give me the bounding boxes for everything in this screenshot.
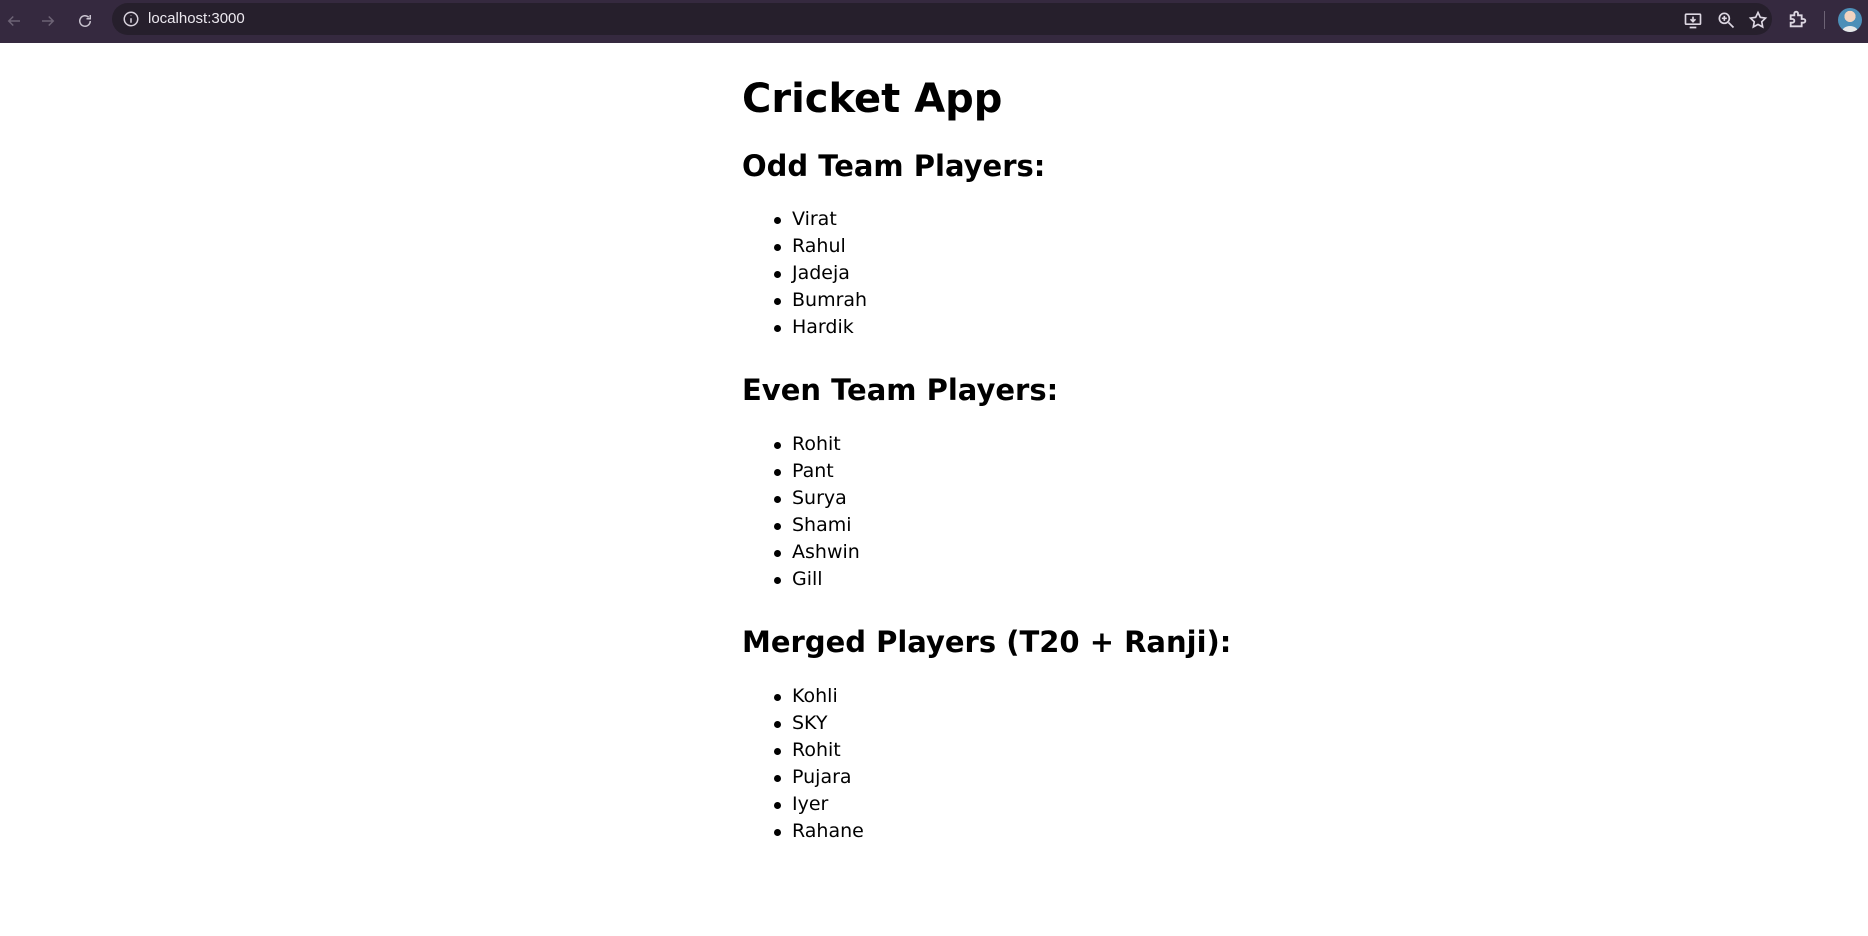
url-text[interactable]: localhost:3000 xyxy=(148,10,245,28)
list-item: Rahul xyxy=(773,233,867,260)
reload-button[interactable] xyxy=(71,7,99,35)
back-button[interactable] xyxy=(0,7,28,35)
list-item: Bumrah xyxy=(773,287,867,314)
odd-team-list: Virat Rahul Jadeja Bumrah Hardik xyxy=(773,206,867,341)
list-item: Gill xyxy=(774,566,860,593)
install-app-icon xyxy=(1684,13,1702,29)
list-item: Pujara xyxy=(774,764,864,791)
even-team-list: Rohit Pant Surya Shami Ashwin Gill xyxy=(774,431,860,593)
zoom-icon xyxy=(1718,12,1735,29)
forward-button[interactable] xyxy=(34,7,62,35)
puzzle-icon[interactable] xyxy=(1787,8,1809,30)
list-item: Ashwin xyxy=(774,539,860,566)
reload-icon xyxy=(79,15,91,27)
toolbar-divider xyxy=(1824,11,1825,29)
list-item: Rahane xyxy=(774,818,864,845)
list-item: Hardik xyxy=(773,314,867,341)
list-item: Rohit xyxy=(774,737,864,764)
info-icon[interactable] xyxy=(122,10,140,28)
list-item: Iyer xyxy=(774,791,864,818)
browser-toolbar: localhost:3000 xyxy=(0,0,1868,43)
list-item: Shami xyxy=(774,512,860,539)
zoom-button[interactable] xyxy=(1716,10,1736,30)
address-bar[interactable]: localhost:3000 xyxy=(112,3,1772,35)
list-item: Pant xyxy=(774,458,860,485)
list-item: Jadeja xyxy=(773,260,867,287)
install-app-button[interactable] xyxy=(1683,10,1703,30)
list-item: Surya xyxy=(774,485,860,512)
bookmark-button[interactable] xyxy=(1748,10,1768,30)
forward-arrow-icon xyxy=(42,15,55,27)
page-title: Cricket App xyxy=(742,76,1003,122)
back-arrow-icon xyxy=(7,15,20,27)
list-item: Virat xyxy=(773,206,867,233)
star-icon xyxy=(1748,10,1768,29)
merged-players-heading: Merged Players (T20 + Ranji): xyxy=(742,625,1232,659)
even-team-heading: Even Team Players: xyxy=(742,373,1059,407)
odd-team-heading: Odd Team Players: xyxy=(742,149,1046,183)
list-item: Kohli xyxy=(774,683,864,710)
list-item: SKY xyxy=(774,710,864,737)
list-item: Rohit xyxy=(774,431,860,458)
avatar[interactable] xyxy=(1838,8,1862,32)
merged-players-list: Kohli SKY Rohit Pujara Iyer Rahane xyxy=(774,683,864,845)
